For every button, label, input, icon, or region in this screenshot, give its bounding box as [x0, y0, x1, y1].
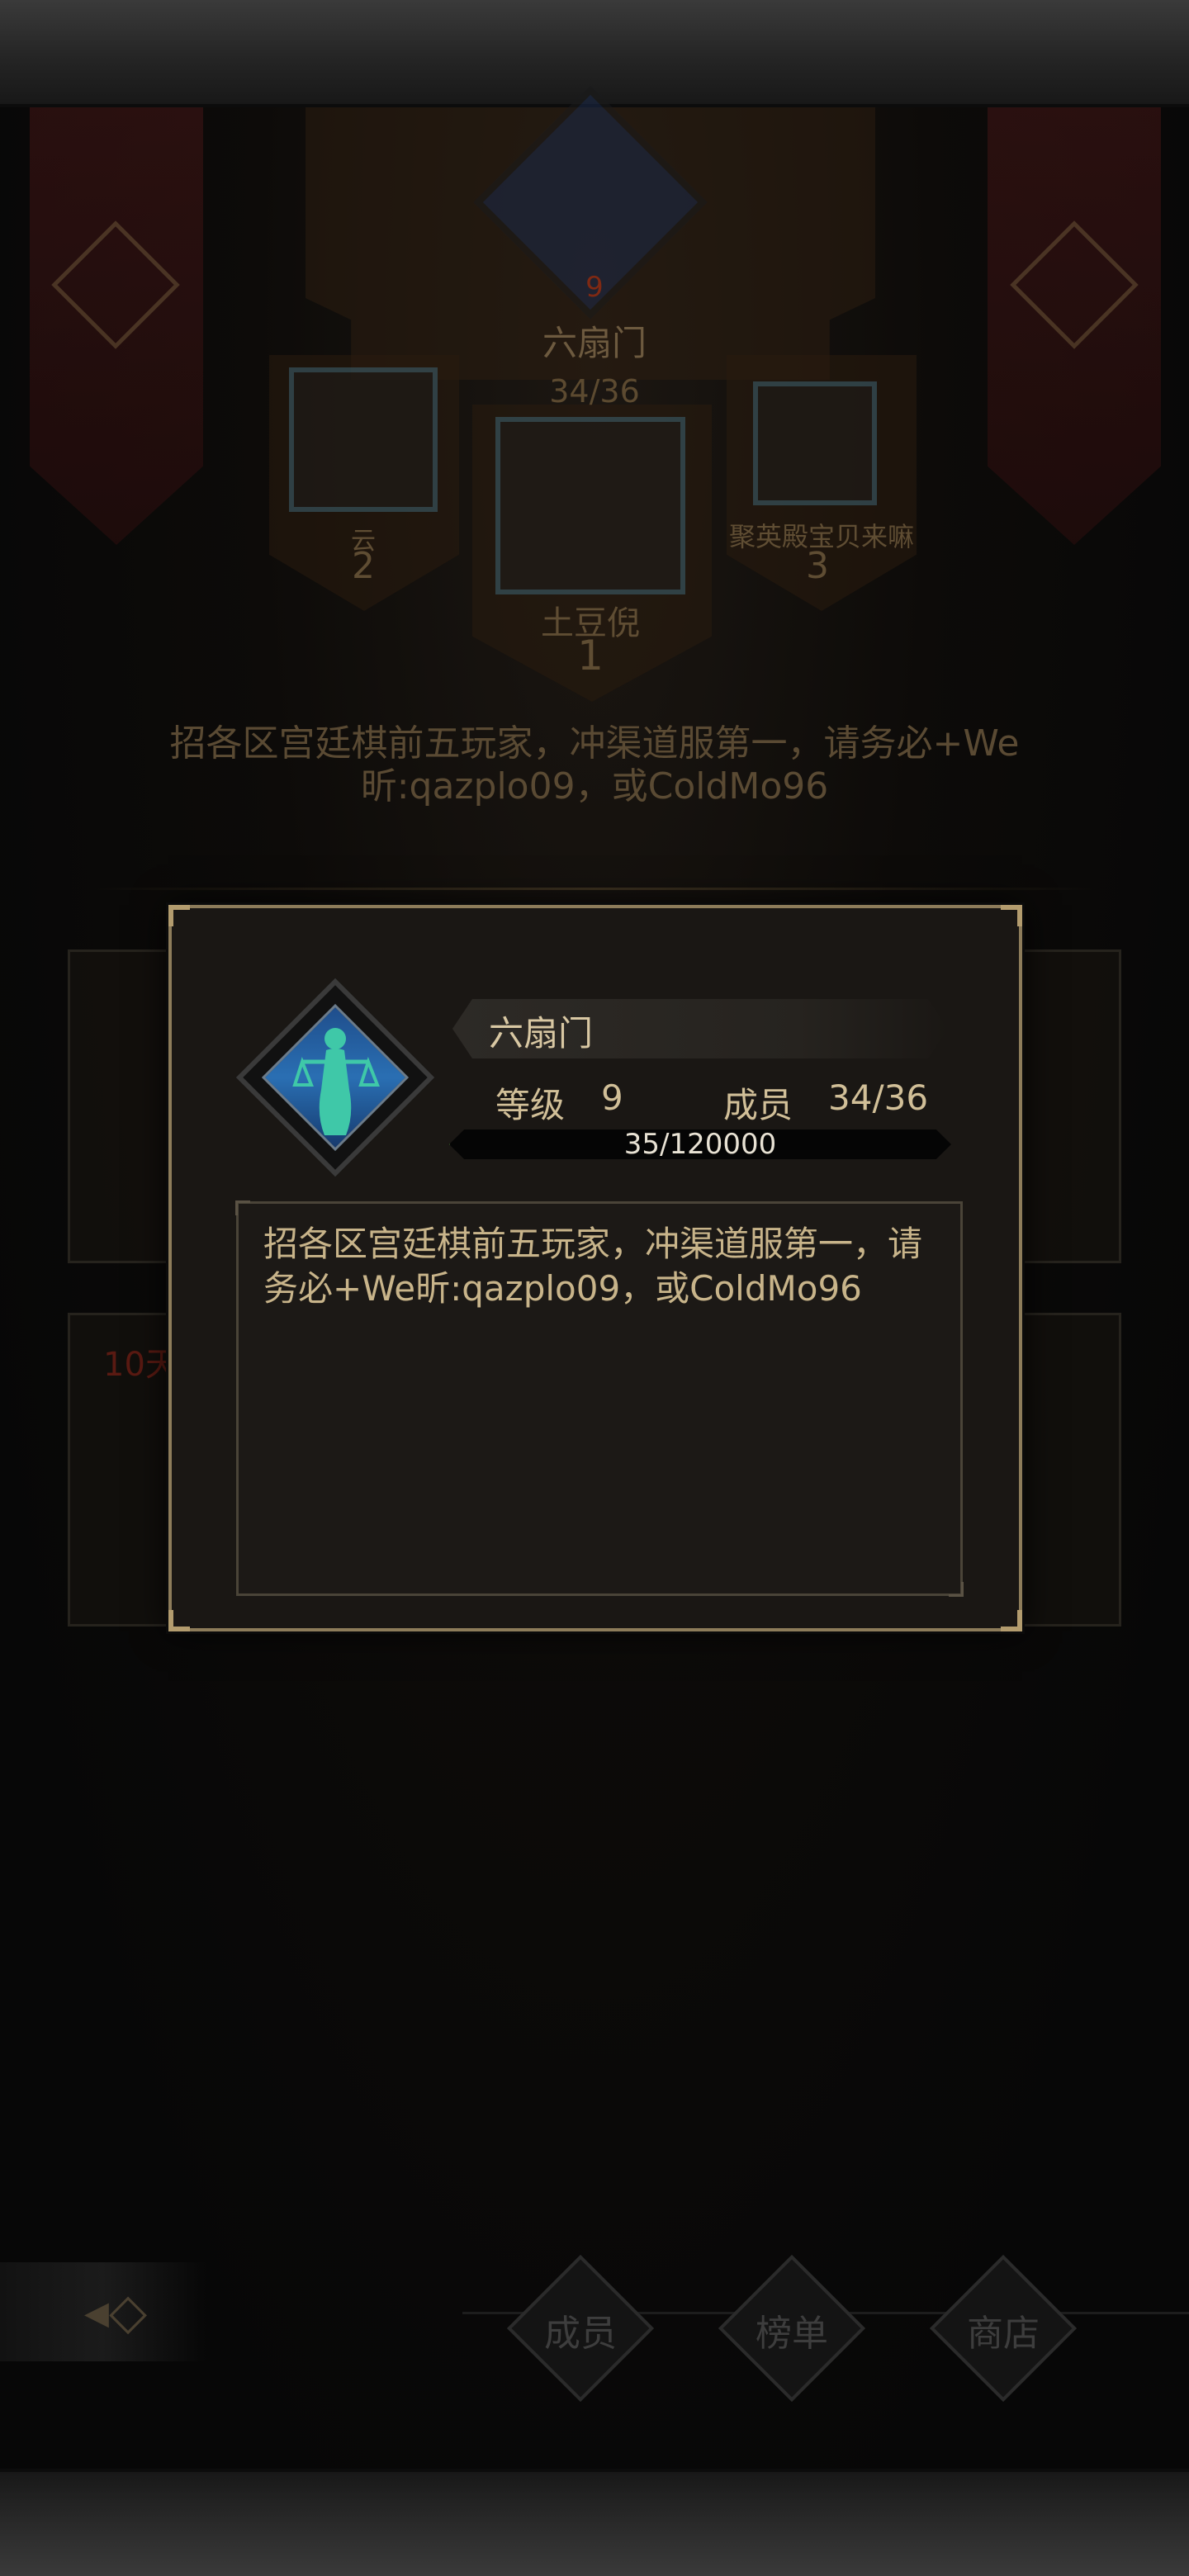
dialog-corner: [168, 1610, 190, 1631]
dialog-corner: [1001, 1610, 1022, 1631]
shop-button[interactable]: 商店: [929, 2254, 1078, 2403]
rank-number: 1: [577, 632, 604, 680]
avatar: [289, 367, 438, 512]
guild-notice-box: 招各区宫廷棋前五玩家，冲渠道服第一，请务必+We昕:qazplo09，或Cold…: [235, 1200, 964, 1597]
shop-label: 商店: [967, 2313, 1040, 2355]
box-corner: [235, 1200, 250, 1215]
guild-emblem-icon: [235, 978, 435, 1177]
box-corner: [949, 1582, 964, 1597]
ranking-button[interactable]: 榜单: [718, 2254, 866, 2403]
guild-name: 六扇门: [542, 323, 647, 363]
rank-number: 2: [352, 545, 375, 587]
guild-member-count: 34/36: [549, 373, 640, 410]
back-arrow-icon[interactable]: ◂◇: [66, 2283, 165, 2341]
guild-info-dialog[interactable]: 六扇门 等级 9 成员 34/36 35/120000 招各区宫廷棋前五玩家，冲…: [168, 905, 1022, 1631]
avatar: [495, 417, 685, 594]
event-timer: 10天: [103, 1346, 178, 1384]
dialog-corner: [1001, 905, 1022, 926]
guild-notice-text: 招各区宫廷棋前五玩家，冲渠道服第一，请务必+We昕:qazplo09，或Cold…: [263, 1224, 923, 1309]
members-button[interactable]: 成员: [506, 2254, 655, 2403]
level-label: 等级: [495, 1085, 566, 1125]
guild-level-badge: 9: [585, 271, 604, 304]
divider: [91, 888, 1098, 890]
justice-figure-icon: [292, 1028, 380, 1135]
avatar: [753, 381, 877, 505]
guild-announcement: 招各区宫廷棋前五玩家，冲渠道服第一，请务必+We昕:qazplo09，或Cold…: [169, 722, 1020, 807]
members-label: 成员: [544, 2313, 617, 2355]
exp-text: 35/120000: [623, 1128, 777, 1161]
ranking-label: 榜单: [756, 2313, 828, 2355]
dialog-guild-name: 六扇门: [489, 1013, 594, 1054]
members-label: 成员: [723, 1085, 793, 1125]
bottom-frame: [0, 2469, 1189, 2576]
members-value: 34/36: [828, 1077, 929, 1118]
dialog-corner: [168, 905, 190, 926]
level-value: 9: [601, 1077, 623, 1118]
rank-number: 3: [806, 545, 829, 587]
